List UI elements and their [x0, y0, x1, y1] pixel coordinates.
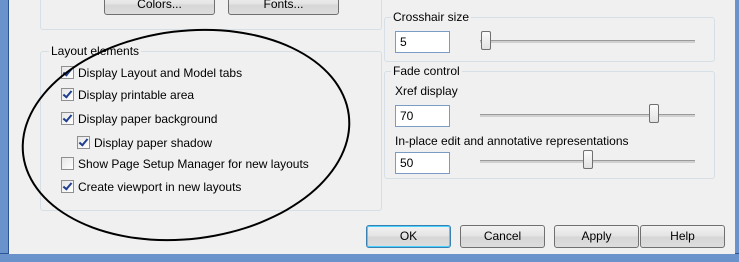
xref-display-input[interactable] [395, 105, 450, 127]
inplace-edit-label: In-place edit and annotative representat… [395, 134, 629, 148]
checkbox-checked-icon[interactable] [61, 66, 74, 80]
colors-button[interactable]: Colors... [104, 0, 215, 15]
fonts-button[interactable]: Fonts... [228, 0, 339, 15]
checkbox-checked-icon[interactable] [61, 112, 74, 126]
checkbox-unchecked-icon[interactable] [61, 157, 74, 171]
fade-control-title: Fade control [391, 64, 462, 78]
window-right-border [735, 0, 739, 262]
window-bottom-border [0, 253, 739, 262]
checkbox-show-page-setup-manager[interactable]: Show Page Setup Manager for new layouts [61, 156, 309, 172]
checkbox-checked-icon[interactable] [61, 180, 74, 194]
checkbox-display-printable-area[interactable]: Display printable area [61, 87, 194, 103]
checkbox-checked-icon[interactable] [61, 88, 74, 102]
layout-elements-title: Layout elements [49, 44, 142, 58]
inplace-edit-input[interactable] [395, 152, 450, 174]
checkbox-display-paper-background[interactable]: Display paper background [61, 111, 217, 127]
inplace-slider-thumb[interactable] [583, 150, 593, 169]
crosshair-slider-track[interactable] [480, 40, 695, 43]
ok-button[interactable]: OK [366, 225, 451, 248]
xref-slider-thumb[interactable] [649, 104, 659, 123]
apply-button[interactable]: Apply [554, 225, 639, 248]
xref-slider-track[interactable] [480, 114, 695, 117]
checkbox-label: Display printable area [78, 88, 195, 102]
checkbox-label: Display paper background [78, 112, 218, 126]
checkbox-checked-icon[interactable] [77, 136, 90, 150]
crosshair-slider-thumb[interactable] [481, 31, 491, 50]
cancel-button[interactable]: Cancel [460, 225, 545, 248]
checkbox-display-layout-model-tabs[interactable]: Display Layout and Model tabs [61, 65, 242, 81]
crosshair-size-input[interactable] [395, 31, 450, 53]
checkbox-create-viewport[interactable]: Create viewport in new layouts [61, 179, 241, 195]
checkbox-label: Display Layout and Model tabs [78, 66, 243, 80]
checkbox-label: Create viewport in new layouts [78, 180, 242, 194]
dialog-client-area: Colors... Fonts... Layout elements Displ… [9, 0, 735, 260]
checkbox-display-paper-shadow[interactable]: Display paper shadow [77, 135, 212, 151]
window-left-border [0, 0, 9, 262]
crosshair-size-title: Crosshair size [391, 10, 472, 24]
checkbox-label: Display paper shadow [94, 136, 213, 150]
help-button[interactable]: Help [640, 225, 725, 248]
xref-display-label: Xref display [395, 84, 458, 98]
dialog-window: Colors... Fonts... Layout elements Displ… [0, 0, 739, 262]
checkbox-label: Show Page Setup Manager for new layouts [78, 157, 309, 171]
